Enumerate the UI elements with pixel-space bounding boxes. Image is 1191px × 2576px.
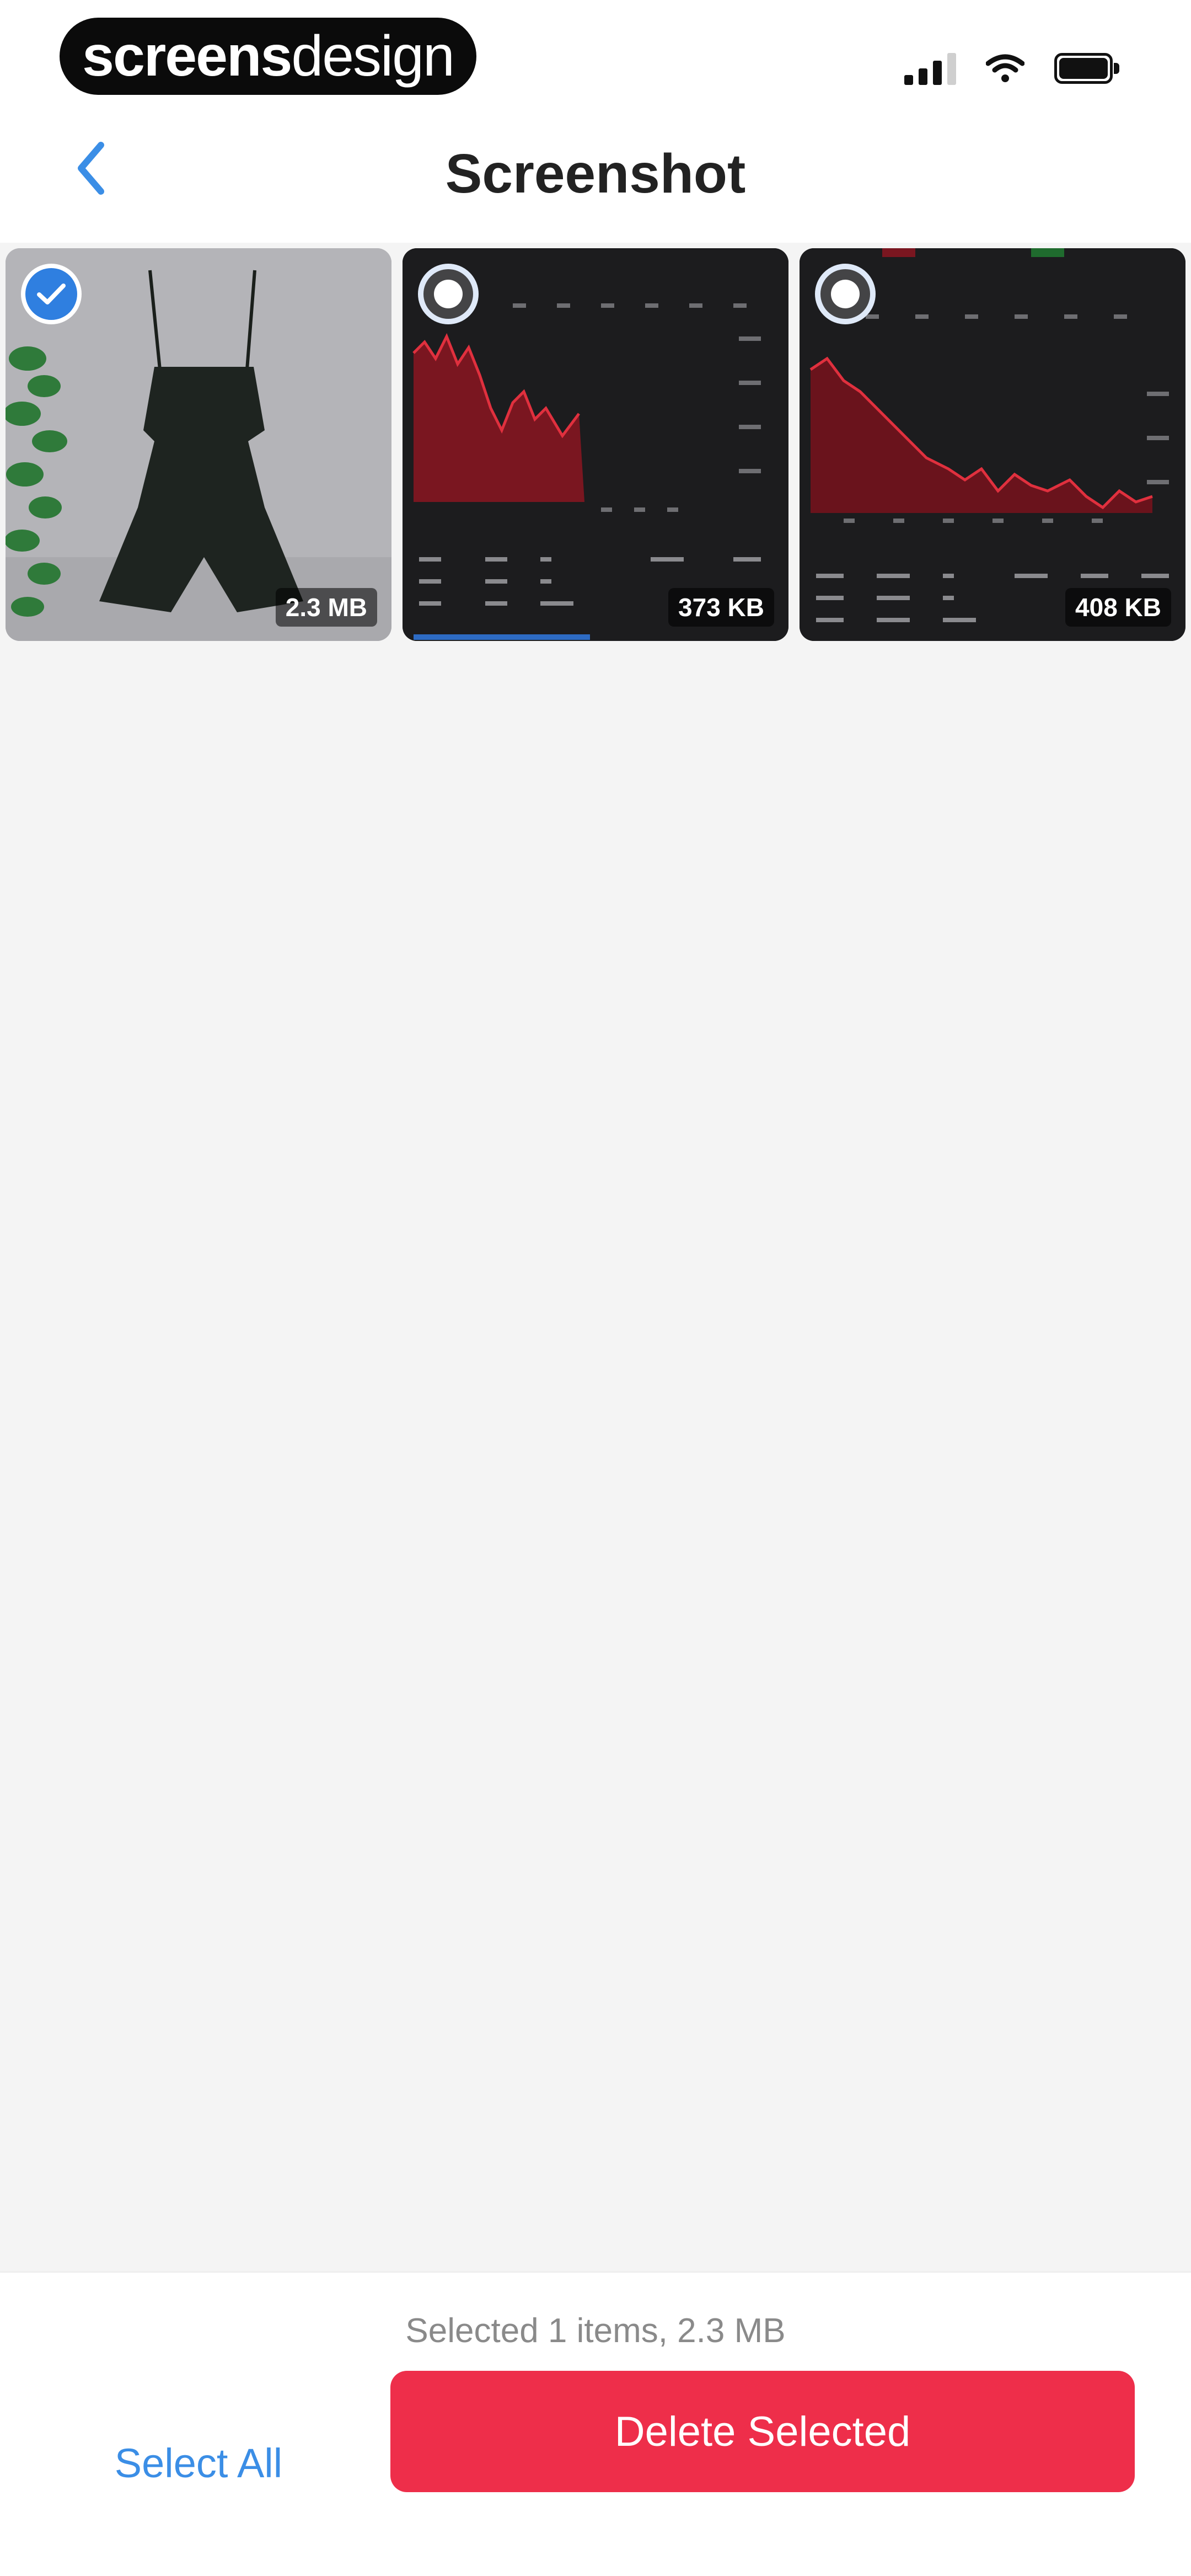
unselected-check-icon[interactable] [418, 264, 479, 324]
status-icons [904, 46, 1119, 90]
delete-selected-button[interactable]: Delete Selected [390, 2371, 1135, 2492]
cellular-signal-icon [904, 52, 956, 85]
screenshot-item[interactable]: 2.3 MB [6, 248, 391, 641]
top-bar: screens design Screenshot [0, 0, 1191, 243]
file-size-badge: 2.3 MB [275, 588, 377, 627]
file-size-badge: 408 KB [1065, 588, 1171, 627]
brand-text-light: design [291, 24, 454, 88]
checkmark-icon [37, 284, 66, 304]
selection-summary: Selected 1 items, 2.3 MB [405, 2312, 786, 2350]
page-title: Screenshot [445, 143, 746, 205]
screenshot-grid: 2.3 MB 373 KB 408 KB [6, 248, 1185, 641]
unselected-check-icon[interactable] [815, 264, 876, 324]
screenshot-item[interactable]: 373 KB [403, 248, 788, 641]
selected-check-icon[interactable] [21, 264, 82, 324]
select-all-button[interactable]: Select All [83, 2422, 314, 2504]
screenshot-item[interactable]: 408 KB [800, 248, 1185, 641]
file-size-badge: 373 KB [668, 588, 774, 627]
battery-icon [1054, 53, 1119, 84]
brand-text-bold: screens [82, 24, 292, 88]
brand-logo: screens design [60, 18, 476, 95]
wifi-icon [986, 54, 1024, 82]
screen: screens design Screenshot 2.3 MB 373 KB … [0, 0, 1191, 2576]
